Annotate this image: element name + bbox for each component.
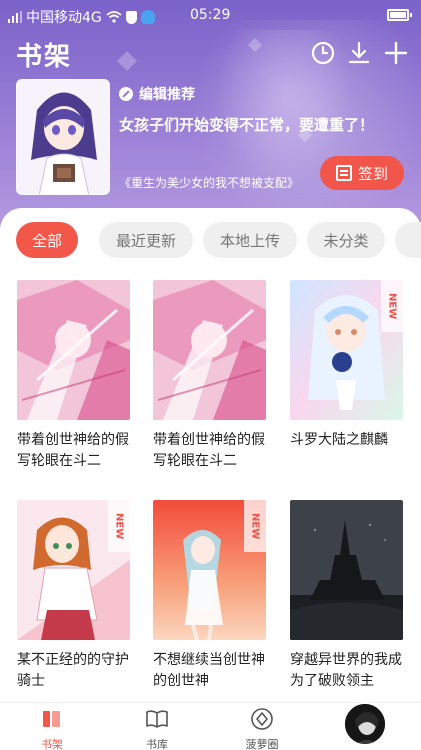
new-badge: NEW xyxy=(108,500,130,552)
page-title: 书架 xyxy=(16,42,73,72)
nav-bookshelf-label: 书架 xyxy=(41,738,63,750)
book-title: 带着创世神给的假写轮眼在斗二 xyxy=(153,432,265,469)
book-title: 穿越异世界的我成为了破败领主 xyxy=(290,652,402,689)
nav-community-label: 菠萝圈 xyxy=(245,738,279,750)
editor-pick-label: 编辑推荐 xyxy=(139,87,195,103)
book-cover: NEW xyxy=(290,280,403,420)
book-cover xyxy=(153,280,266,420)
tab-more[interactable] xyxy=(395,222,421,258)
book-item[interactable]: 带着创世神给的假写轮眼在斗二 xyxy=(17,280,130,472)
decor-diamond xyxy=(117,51,137,71)
user-avatar[interactable] xyxy=(343,702,387,746)
calendar-icon xyxy=(335,165,352,181)
book-item[interactable]: NEW 某不正经的的守护骑士 xyxy=(17,500,130,692)
bookshelf-icon xyxy=(43,711,60,727)
nav-community[interactable]: 菠萝圈 xyxy=(232,707,292,750)
book-title: 不想继续当创世神的创世神 xyxy=(153,652,265,689)
security-shield-icon xyxy=(125,10,137,24)
open-book-icon xyxy=(146,710,168,728)
status-bar: 中国移动4G 05:29 xyxy=(0,0,421,32)
book-item[interactable]: NEW 斗罗大陆之麒麟 xyxy=(290,280,403,472)
book-title: 带着创世神给的假写轮眼在斗二 xyxy=(17,432,129,469)
tab-recently-updated[interactable]: 最近更新 xyxy=(99,222,193,258)
checkin-button[interactable]: 签到 xyxy=(320,156,404,190)
cover-illustration xyxy=(17,80,109,194)
book-item[interactable]: 穿越异世界的我成为了破败领主 xyxy=(290,500,403,692)
recommendation-headline[interactable]: 女孩子们开始变得不正常，要遭重了！ xyxy=(119,114,374,135)
book-item[interactable]: NEW 不想继续当创世神的创世神 xyxy=(153,500,266,692)
carrier-label: 中国移动4G xyxy=(26,10,102,26)
checkin-label: 签到 xyxy=(357,164,388,183)
book-title: 某不正经的的守护骑士 xyxy=(17,652,129,689)
book-cover xyxy=(290,500,403,640)
tab-local-upload[interactable]: 本地上传 xyxy=(203,222,297,258)
download-icon[interactable] xyxy=(346,40,372,66)
book-cover xyxy=(17,280,130,420)
nav-library[interactable]: 书库 xyxy=(127,707,187,750)
recommended-book-cover[interactable] xyxy=(16,79,110,195)
nav-library-label: 书库 xyxy=(146,738,168,750)
new-badge: NEW xyxy=(381,280,403,332)
book-item[interactable]: 带着创世神给的假写轮眼在斗二 xyxy=(153,280,266,472)
editor-pick-badge: 编辑推荐 xyxy=(119,84,195,104)
battery-icon xyxy=(387,9,412,21)
pineapple-circle-icon xyxy=(251,708,273,730)
header-banner: 中国移动4G 05:29 书架 编辑推荐 女孩子们开始变得不正常，要遭重了！ 《… xyxy=(0,0,421,228)
book-cover: NEW xyxy=(153,500,266,640)
recommendation-book-title[interactable]: 《重生为美少女的我不想被支配》 xyxy=(119,174,299,191)
tab-all[interactable]: 全部 xyxy=(16,222,78,258)
qq-penguin-icon xyxy=(140,10,155,24)
book-title: 斗罗大陆之麒麟 xyxy=(290,432,388,448)
wifi-icon xyxy=(106,11,122,23)
tab-uncategorized[interactable]: 未分类 xyxy=(307,222,385,258)
add-icon[interactable] xyxy=(383,40,409,66)
filter-tabs: 全部 最近更新 本地上传 未分类 xyxy=(16,222,421,260)
new-badge: NEW xyxy=(244,500,266,552)
nav-bookshelf[interactable]: 书架 xyxy=(22,707,82,750)
pen-icon xyxy=(119,87,133,101)
signal-icon xyxy=(8,11,22,23)
clock: 05:29 xyxy=(190,7,231,23)
history-clock-icon[interactable] xyxy=(310,40,336,66)
book-cover: NEW xyxy=(17,500,130,640)
